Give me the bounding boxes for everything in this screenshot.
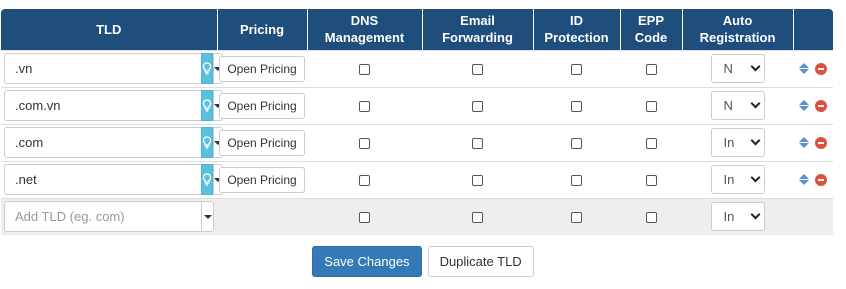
id-protection-checkbox[interactable]	[571, 101, 582, 113]
tld-input-group	[4, 90, 223, 121]
col-header-dns-management: DNS Management	[307, 9, 423, 50]
sort-icon[interactable]	[799, 137, 809, 148]
epp-code-checkbox[interactable]	[645, 101, 657, 113]
email-forwarding-checkbox[interactable]	[472, 138, 483, 150]
sort-icon[interactable]	[799, 174, 809, 185]
id-protection-checkbox[interactable]	[571, 212, 582, 224]
tld-input[interactable]	[4, 164, 201, 195]
auto-registration-value: In	[723, 209, 735, 225]
minus-circle-icon[interactable]	[815, 99, 827, 112]
open-pricing-button[interactable]: Open Pricing	[219, 129, 305, 156]
sort-icon[interactable]	[799, 63, 809, 74]
tld-row: Open Pricing N	[1, 86, 833, 124]
auto-registration-select[interactable]: In	[710, 202, 765, 232]
lightbulb-icon	[202, 62, 212, 75]
chevron-down-icon	[750, 98, 760, 109]
auto-registration-select[interactable]: N	[710, 54, 765, 83]
col-header-auto-registration: Auto Registration	[682, 9, 794, 50]
minus-circle-icon[interactable]	[815, 173, 827, 186]
epp-code-checkbox[interactable]	[645, 175, 657, 187]
lightbulb-icon	[202, 136, 212, 149]
tld-row: Open Pricing In	[1, 160, 833, 198]
email-forwarding-checkbox[interactable]	[472, 101, 483, 113]
tld-input[interactable]	[4, 127, 201, 158]
auto-registration-value: In	[723, 172, 735, 187]
chevron-down-icon	[750, 135, 760, 146]
open-pricing-button[interactable]: Open Pricing	[219, 92, 305, 119]
tld-suggest-button[interactable]	[201, 90, 213, 121]
new-tld-input[interactable]	[4, 201, 201, 233]
dns-management-checkbox[interactable]	[359, 175, 370, 187]
col-header-id-protection: ID Protection	[533, 9, 621, 50]
new-tld-input-group	[4, 201, 214, 233]
email-forwarding-checkbox[interactable]	[472, 64, 483, 76]
auto-registration-select[interactable]: In	[710, 165, 765, 194]
new-tld-row: In	[1, 197, 833, 235]
auto-registration-value: N	[723, 98, 733, 113]
new-tld-dropdown-button[interactable]	[201, 201, 214, 233]
epp-code-checkbox[interactable]	[645, 64, 657, 76]
tld-suggest-button[interactable]	[201, 127, 213, 158]
open-pricing-button[interactable]: Open Pricing	[219, 55, 305, 82]
minus-circle-icon[interactable]	[815, 136, 827, 149]
col-header-email-forwarding: Email Forwarding	[422, 9, 534, 50]
tld-suggest-button[interactable]	[201, 164, 213, 195]
table-header-row: TLD Pricing DNS Management Email Forwardin…	[1, 9, 833, 50]
open-pricing-button[interactable]: Open Pricing	[219, 166, 305, 193]
dns-management-checkbox[interactable]	[359, 138, 370, 150]
tld-table: TLD Pricing DNS Management Email Forwardin…	[1, 9, 833, 235]
col-header-tld: TLD	[1, 9, 218, 50]
id-protection-checkbox[interactable]	[571, 175, 582, 187]
form-actions: Save Changes Duplicate TLD	[0, 246, 846, 277]
tld-input[interactable]	[4, 53, 201, 84]
epp-code-checkbox[interactable]	[645, 138, 657, 150]
chevron-down-icon	[750, 61, 760, 72]
minus-circle-icon[interactable]	[815, 62, 827, 75]
tld-row: Open Pricing In	[1, 123, 833, 161]
save-changes-button[interactable]: Save Changes	[312, 246, 422, 277]
col-header-actions	[793, 9, 833, 50]
dns-management-checkbox[interactable]	[359, 212, 370, 224]
duplicate-tld-button[interactable]: Duplicate TLD	[427, 246, 534, 277]
dns-management-checkbox[interactable]	[359, 64, 370, 76]
lightbulb-icon	[202, 173, 212, 186]
tld-pricing-panel: TLD Pricing DNS Management Email Forwardin…	[0, 0, 846, 289]
col-header-pricing: Pricing	[217, 9, 308, 50]
auto-registration-value: N	[723, 61, 733, 76]
epp-code-checkbox[interactable]	[645, 212, 657, 224]
auto-registration-select[interactable]: N	[710, 91, 765, 120]
id-protection-checkbox[interactable]	[571, 64, 582, 76]
tld-row: Open Pricing N	[1, 49, 833, 87]
auto-registration-select[interactable]: In	[710, 128, 765, 157]
tld-input-group	[4, 164, 223, 195]
dns-management-checkbox[interactable]	[359, 101, 370, 113]
email-forwarding-checkbox[interactable]	[472, 175, 483, 187]
col-header-epp-code: EPP Code	[620, 9, 683, 50]
chevron-down-icon	[750, 172, 760, 183]
email-forwarding-checkbox[interactable]	[472, 212, 483, 224]
tld-suggest-button[interactable]	[201, 53, 213, 84]
auto-registration-value: In	[723, 135, 735, 150]
tld-input-group	[4, 127, 223, 158]
tld-input-group	[4, 53, 223, 84]
sort-icon[interactable]	[799, 100, 809, 111]
id-protection-checkbox[interactable]	[571, 138, 582, 150]
lightbulb-icon	[202, 99, 212, 112]
chevron-down-icon	[750, 209, 760, 220]
tld-input[interactable]	[4, 90, 201, 121]
caret-down-icon	[203, 214, 212, 219]
